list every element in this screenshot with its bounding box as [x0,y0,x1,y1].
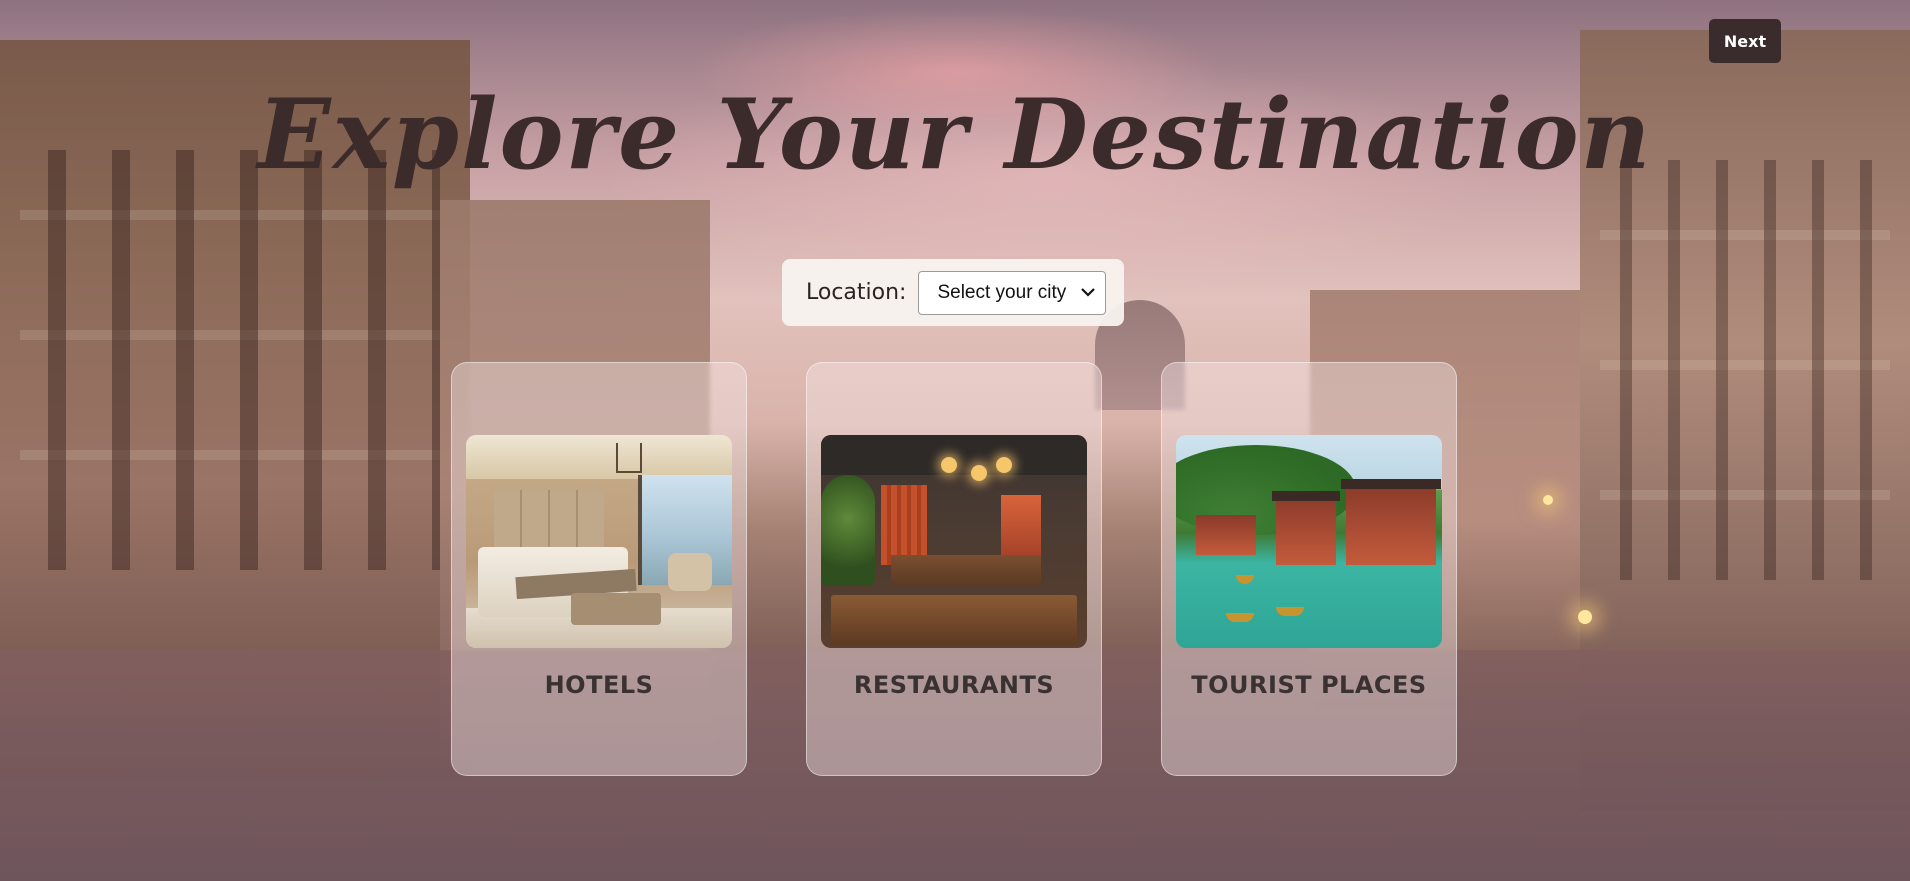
hotels-label: HOTELS [544,671,654,699]
restaurants-label: RESTAURANTS [853,671,1055,699]
city-select[interactable]: Select your city [918,270,1107,315]
restaurants-card[interactable]: RESTAURANTS [806,362,1102,776]
tourist-place-image [1176,435,1442,648]
palazzo-right-windows [1600,160,1890,580]
street-lamp [1578,610,1592,624]
next-button[interactable]: Next [1709,19,1781,63]
hotel-room-image [466,435,732,648]
tourist-places-label: TOURIST PLACES [1191,671,1427,699]
hotels-card[interactable]: HOTELS [451,362,747,776]
location-selector: Location: Select your city [782,259,1124,326]
chevron-down-icon [1081,284,1096,302]
tourist-places-card[interactable]: TOURIST PLACES [1161,362,1457,776]
restaurant-image [821,435,1087,648]
page-title: Explore Your Destination [257,78,1653,191]
palazzo-left-windows [20,150,440,570]
city-select-value: Select your city [937,281,1067,303]
street-lamp [1543,495,1553,505]
location-label: Location: [806,280,907,305]
